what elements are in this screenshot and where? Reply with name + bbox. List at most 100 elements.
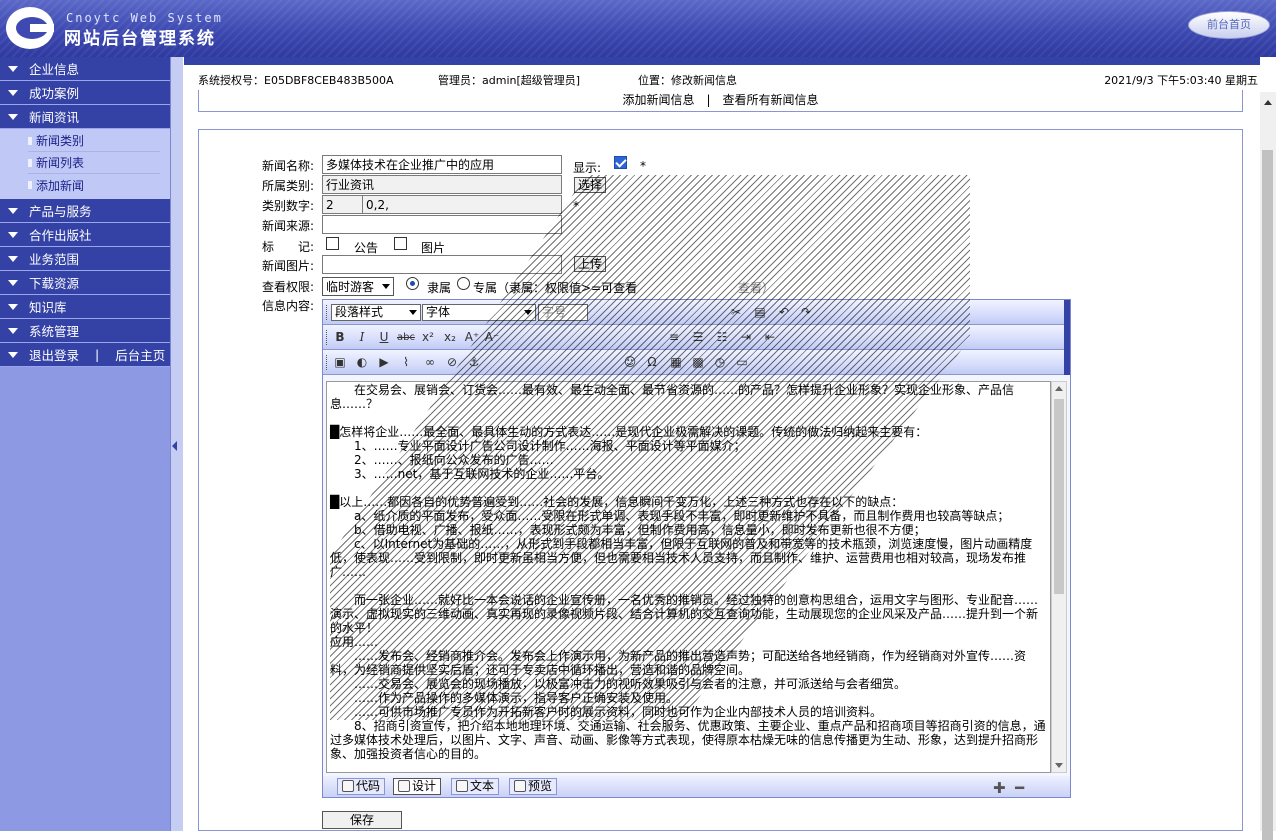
tab-code[interactable]: 代码 xyxy=(337,778,386,795)
sidebar-section-downloads[interactable]: 下载资源 xyxy=(0,271,170,295)
indent-icon[interactable]: ⇥ xyxy=(737,329,755,346)
perm-exclusive-label: 专属（隶属：权限值>=可查看 xyxy=(473,281,638,295)
sidebar-item-label: 添加新闻 xyxy=(36,178,85,193)
grow-font-icon[interactable]: A⁺ xyxy=(463,329,481,346)
triangle-down-icon xyxy=(8,113,18,120)
scroll-thumb[interactable] xyxy=(1262,150,1273,840)
tab-preview[interactable]: 预览 xyxy=(509,778,558,795)
paragraph-style-value: 段落样式 xyxy=(335,305,384,319)
tab-text[interactable]: 文本 xyxy=(451,778,500,795)
bullet-icon xyxy=(28,136,32,145)
editor-scrollbar[interactable] xyxy=(1051,381,1067,773)
flash-icon[interactable]: ◐ xyxy=(353,354,371,371)
align-icon[interactable]: ≡ xyxy=(665,329,683,346)
font-size-select[interactable]: 字号 xyxy=(538,304,588,321)
sidebar-section-business[interactable]: 业务范围 xyxy=(0,247,170,271)
editor-paragraph: 3、……net，基于互联网技术的企业……平台。 xyxy=(330,467,610,481)
toolbar-end xyxy=(1064,350,1070,375)
strikethrough-icon[interactable]: abc xyxy=(397,329,415,346)
source-label: 新闻来源: xyxy=(262,219,315,233)
action-bar: 添加新闻信息 | 查看所有新闻信息 xyxy=(198,90,1243,112)
scroll-up-icon[interactable] xyxy=(1055,386,1063,391)
image-icon[interactable]: ▣ xyxy=(331,354,349,371)
notice-checkbox[interactable] xyxy=(326,237,339,250)
scroll-up-icon[interactable] xyxy=(1264,100,1272,105)
bullet-list-icon[interactable]: ☷ xyxy=(713,329,731,346)
news-name-input[interactable]: 多媒体技术在企业推广中的应用 xyxy=(322,155,562,174)
perm-exclusive-radio[interactable] xyxy=(457,277,470,290)
cut-icon[interactable]: ✂ xyxy=(727,304,745,321)
category-label: 所属类别: xyxy=(262,179,315,193)
emoticon-icon[interactable]: ☺ xyxy=(621,354,639,371)
redo-icon[interactable]: ↷ xyxy=(797,304,815,321)
underline-icon[interactable]: U xyxy=(375,329,393,346)
ordered-list-icon[interactable]: ☰ xyxy=(689,329,707,346)
bold-icon[interactable]: B xyxy=(331,329,349,346)
category-number-input[interactable]: 2 xyxy=(322,195,363,214)
sidebar-section-news[interactable]: 新闻资讯 xyxy=(0,105,170,129)
subscript-icon[interactable]: x₂ xyxy=(441,329,459,346)
add-news-link[interactable]: 添加新闻信息 xyxy=(622,93,694,107)
divider: | xyxy=(95,347,100,362)
shrink-font-icon[interactable]: A⁻ xyxy=(483,329,501,346)
globe-icon xyxy=(514,780,526,792)
logo-icon xyxy=(6,7,54,49)
expand-editor-icon[interactable]: ✚ xyxy=(993,779,1006,797)
date-icon[interactable]: ▩ xyxy=(689,354,707,371)
show-checkbox[interactable] xyxy=(614,156,627,169)
italic-icon[interactable]: I xyxy=(353,329,371,346)
sidebar-section-company[interactable]: 企业信息 xyxy=(0,57,170,81)
table-icon[interactable]: ▦ xyxy=(667,354,685,371)
page-scrollbar[interactable] xyxy=(1260,92,1276,840)
brand-title: 网站后台管理系统 xyxy=(64,29,216,49)
scroll-down-icon[interactable] xyxy=(1055,763,1063,768)
editor-content-area[interactable]: 在交易会、展销会、订货会……最有效、最生动全面、最节省资源的……的产品？怎样提升… xyxy=(326,381,1051,773)
sidebar-section-products[interactable]: 产品与服务 xyxy=(0,199,170,223)
view-all-news-link[interactable]: 查看所有新闻信息 xyxy=(723,93,819,107)
tab-design[interactable]: 设计 xyxy=(393,778,442,795)
category-path-input[interactable]: 0,2, xyxy=(362,195,562,214)
sidebar-section-publishers[interactable]: 合作出版社 xyxy=(0,223,170,247)
collapse-sidebar-icon[interactable] xyxy=(172,441,177,451)
scroll-thumb[interactable] xyxy=(1054,399,1064,594)
superscript-icon[interactable]: x² xyxy=(419,329,437,346)
font-select[interactable]: 字体 xyxy=(422,304,536,321)
time-icon[interactable]: ◷ xyxy=(711,354,729,371)
perm-belong-radio[interactable] xyxy=(406,277,419,290)
image-input[interactable] xyxy=(322,255,562,274)
sidebar-item-news-list[interactable]: 新闻列表 xyxy=(28,152,160,174)
toolbar-row-3: ▣ ◐ ▶ ⌇ ∞ ⊘ ⚓ ☺ Ω ▦ ▩ ◷ ▭ xyxy=(323,350,1070,375)
link-icon[interactable]: ∞ xyxy=(421,354,439,371)
horizontal-rule-icon[interactable]: ▭ xyxy=(733,354,751,371)
attachment-icon[interactable]: ⌇ xyxy=(397,354,415,371)
undo-icon[interactable]: ↶ xyxy=(775,304,793,321)
permission-select[interactable]: 临时游客 xyxy=(322,277,394,296)
backend-home-link[interactable]: 后台主页 xyxy=(115,345,165,364)
media-icon[interactable]: ▶ xyxy=(375,354,393,371)
sidebar-section-label: 合作出版社 xyxy=(29,228,92,243)
special-char-icon[interactable]: Ω xyxy=(643,354,661,371)
shrink-editor-icon[interactable]: ━ xyxy=(1015,779,1024,797)
editor-blank-line xyxy=(330,411,1047,425)
source-input[interactable] xyxy=(322,215,562,234)
outdent-icon[interactable]: ⇤ xyxy=(761,329,779,346)
picture-checkbox[interactable] xyxy=(394,237,407,250)
upload-button[interactable]: 上传 xyxy=(574,256,607,272)
editor-paragraph: ……可供市场推广专员作为开拓新客户时的展示资料，同时也可作为企业内部技术人员的培… xyxy=(330,705,883,719)
choose-button[interactable]: 选择 xyxy=(574,177,607,193)
save-button[interactable]: 保存 xyxy=(322,811,402,829)
anchor-icon[interactable]: ⚓ xyxy=(465,354,483,371)
sidebar-section-system[interactable]: 系统管理 xyxy=(0,319,170,343)
paste-icon[interactable]: ▤ xyxy=(751,304,769,321)
sidebar-section-cases[interactable]: 成功案例 xyxy=(0,81,170,105)
paragraph-style-select[interactable]: 段落样式 xyxy=(331,304,421,321)
unlink-icon[interactable]: ⊘ xyxy=(443,354,461,371)
sidebar-item-news-category[interactable]: 新闻类别 xyxy=(28,130,160,152)
sidebar-section-knowledge[interactable]: 知识库 xyxy=(0,295,170,319)
category-input[interactable]: 行业资讯 xyxy=(322,175,562,194)
front-home-button[interactable]: 前台首页 xyxy=(1188,11,1270,39)
sidebar-item-add-news[interactable]: 添加新闻 xyxy=(28,174,160,196)
logout-link[interactable]: 退出登录 xyxy=(29,345,79,364)
triangle-down-icon xyxy=(8,351,18,358)
design-icon xyxy=(398,780,410,792)
